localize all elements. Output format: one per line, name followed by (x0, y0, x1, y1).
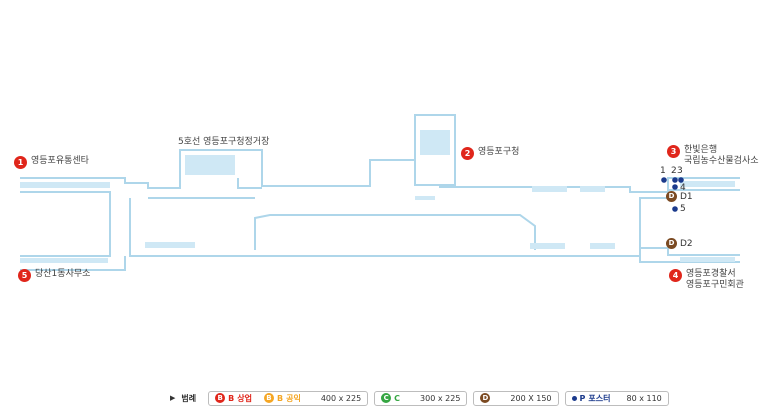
corridor-outline (20, 114, 740, 271)
pin-label: 3 (677, 166, 683, 176)
poster-pin (672, 206, 678, 212)
exit-label: 영등포경찰서 영등포구민회관 (686, 269, 744, 291)
exit-5[interactable]: 5 당산1동사무소 (18, 269, 90, 282)
exit-4[interactable]: 4 영등포경찰서 영등포구민회관 (669, 269, 744, 291)
pin-label: 1 (660, 166, 666, 176)
legend-title: 범례 (181, 393, 197, 403)
legend-badge-icon: D (480, 393, 491, 403)
stair-hatches (20, 130, 735, 263)
pin-label: 5 (680, 204, 686, 214)
exit-1[interactable]: 1 영등포유통센타 (14, 156, 89, 169)
legend-size: 80 x 110 (626, 393, 662, 403)
exit-label: 영등포유통센타 (31, 156, 89, 166)
exit-number-badge: 3 (667, 145, 680, 158)
exit-3[interactable]: 3 한빛은행 국립농수산물검사소 (667, 145, 759, 167)
exit-label-line: 영등포구민회관 (686, 280, 744, 290)
poster-pin (672, 184, 678, 190)
legend-group-b: B B 상업 B B 공익 400 x 225 (208, 390, 369, 406)
legend-code: C (394, 393, 401, 403)
exit-number-badge: 2 (461, 147, 474, 160)
exit-label: 당산1동사무소 (35, 269, 91, 279)
legend-code: B (228, 393, 235, 403)
d-marker-icon: D (666, 191, 677, 202)
legend-badge-icon: B (215, 393, 226, 403)
legend-desc: 상업 (237, 393, 252, 403)
exit-number-badge: 5 (18, 269, 31, 282)
legend-desc: 공익 (286, 393, 301, 403)
d-marker-label: D1 (680, 192, 693, 202)
exit-label: 영등포구청 (478, 147, 520, 157)
legend-code: B (276, 393, 284, 403)
legend-badge-icon: B (263, 393, 274, 403)
legend-code: P (579, 393, 586, 403)
legend-size: 200 X 150 (510, 393, 552, 403)
exit-label: 한빛은행 국립농수산물검사소 (684, 145, 759, 167)
legend-group-c: C C 300 x 225 (374, 390, 468, 406)
legend: ▶ 범례 B B 상업 B B 공익 400 x 225 C C 300 x 2… (170, 390, 669, 406)
d-marker-label: D2 (680, 239, 693, 249)
pin-label: 2 (671, 166, 677, 176)
exit-2[interactable]: 2 영등포구청 (461, 147, 519, 160)
exit-number-badge: 1 (14, 156, 27, 169)
legend-size: 300 x 225 (420, 393, 461, 403)
triangle-right-icon: ▶ (170, 394, 176, 402)
poster-pin (672, 177, 678, 183)
legend-badge-icon: C (381, 393, 392, 403)
station-map (20, 114, 740, 271)
exit-label-line: 영등포경찰서 (686, 269, 736, 279)
poster-pin (678, 177, 684, 183)
exit-label-line: 한빛은행 (684, 145, 718, 155)
legend-size: 400 x 225 (320, 393, 362, 403)
platform-label: 5호선 영등포구청정거장 (178, 137, 270, 147)
legend-desc: 포스터 (588, 393, 611, 403)
poster-dot-icon (571, 395, 577, 401)
poster-pin (661, 177, 667, 183)
legend-group-p: P 포스터 80 x 110 (564, 390, 669, 406)
exit-number-badge: 4 (669, 269, 682, 282)
d-marker-icon: D (666, 238, 677, 249)
legend-group-d: D 200 X 150 (473, 390, 559, 406)
exit-label-line: 국립농수산물검사소 (684, 156, 759, 166)
